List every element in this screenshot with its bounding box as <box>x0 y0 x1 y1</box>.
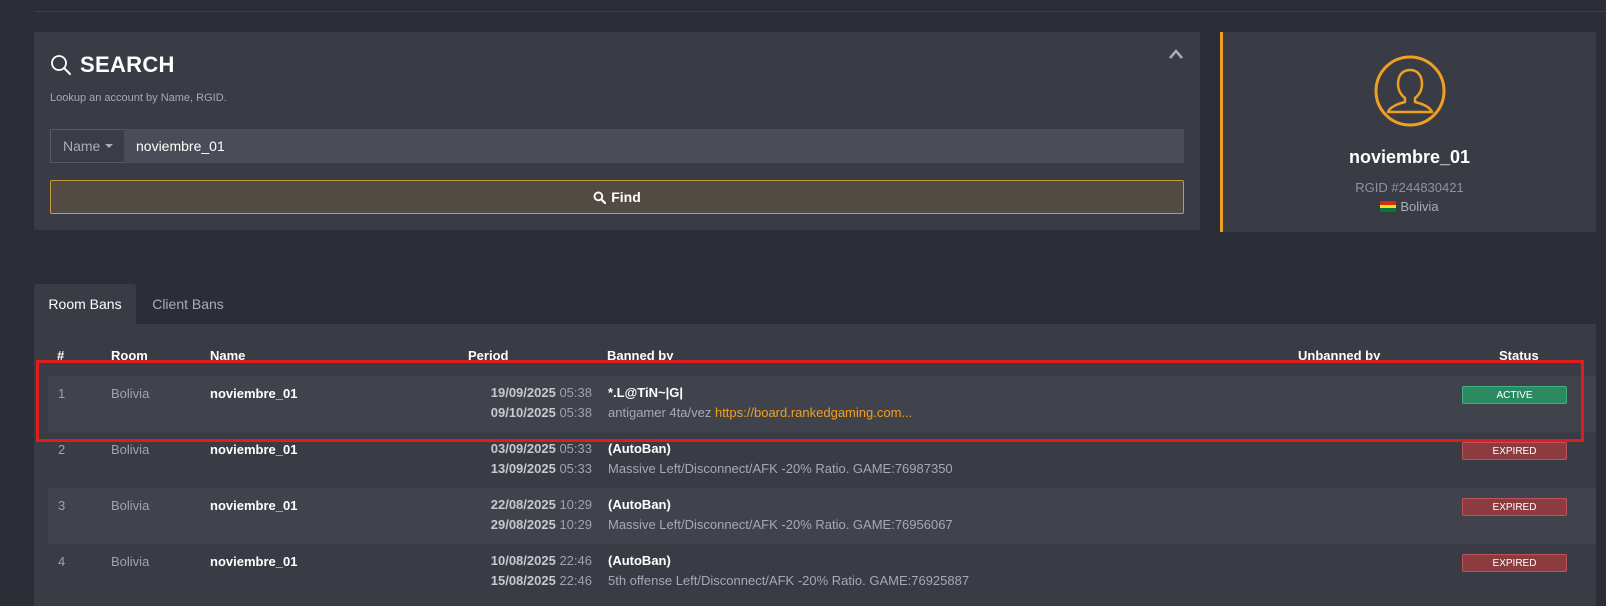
row-room: Bolivia <box>111 442 150 457</box>
table-row[interactable]: 4 Bolivia noviembre_01 10/08/2025 22:46 … <box>48 544 1596 600</box>
search-input-row: Name <box>50 129 1184 163</box>
search-subtitle: Lookup an account by Name, RGID. <box>50 92 227 104</box>
period-end-date: 09/10/2025 <box>490 405 556 420</box>
period-start-time: 05:33 <box>559 441 592 456</box>
period-end-time: 05:38 <box>559 405 592 420</box>
row-number: 3 <box>58 498 66 513</box>
row-number: 2 <box>58 442 66 457</box>
find-button-label: Find <box>611 189 641 205</box>
row-banned-by: (AutoBan) Massive Left/Disconnect/AFK -2… <box>608 495 953 535</box>
search-panel: SEARCH Lookup an account by Name, RGID. … <box>34 32 1200 230</box>
header-room: Room <box>111 348 148 363</box>
table-row[interactable]: 1 Bolivia noviembre_01 19/09/2025 05:38 … <box>48 376 1596 432</box>
status-badge: EXPIRED <box>1462 442 1567 460</box>
period-end-date: 29/08/2025 <box>490 517 556 532</box>
header-unbanned-by: Unbanned by <box>1298 348 1381 363</box>
banned-by-name[interactable]: *.L@TiN~|G| <box>608 383 912 403</box>
chevron-up-icon[interactable] <box>1168 48 1184 60</box>
search-type-dropdown[interactable]: Name <box>50 129 124 163</box>
table-row[interactable]: 3 Bolivia noviembre_01 22/08/2025 10:29 … <box>48 488 1596 544</box>
row-name[interactable]: noviembre_01 <box>210 554 297 569</box>
search-input[interactable] <box>124 129 1184 163</box>
user-avatar-icon <box>1374 55 1446 127</box>
period-end-time: 22:46 <box>559 573 592 588</box>
row-banned-by: *.L@TiN~|G| antigamer 4ta/vez https://bo… <box>608 383 912 423</box>
header-num: # <box>57 348 65 363</box>
ban-reason: antigamer 4ta/vez <box>608 405 712 420</box>
find-button[interactable]: Find <box>50 180 1184 214</box>
period-start-time: 05:38 <box>559 385 592 400</box>
bolivia-flag-icon <box>1380 201 1397 212</box>
period-start-date: 10/08/2025 <box>490 553 556 568</box>
row-period: 03/09/2025 05:33 13/09/2025 05:33 <box>432 439 592 479</box>
row-name[interactable]: noviembre_01 <box>210 442 297 457</box>
row-name[interactable]: noviembre_01 <box>210 386 297 401</box>
banned-by-name: (AutoBan) <box>608 441 671 456</box>
period-end-date: 15/08/2025 <box>490 573 556 588</box>
period-end-date: 13/09/2025 <box>490 461 556 476</box>
banned-by-name: (AutoBan) <box>608 553 671 568</box>
ban-reason: Massive Left/Disconnect/AFK -20% Ratio. … <box>608 517 953 532</box>
row-period: 22/08/2025 10:29 29/08/2025 10:29 <box>432 495 592 535</box>
search-heading: SEARCH <box>50 52 175 78</box>
row-room: Bolivia <box>111 554 150 569</box>
row-period: 10/08/2025 22:46 15/08/2025 22:46 <box>432 551 592 591</box>
row-room: Bolivia <box>111 386 150 401</box>
profile-name: noviembre_01 <box>1348 147 1471 167</box>
tab-room-bans[interactable]: Room Bans <box>34 284 136 324</box>
row-banned-by: (AutoBan) 5th offense Left/Disconnect/AF… <box>608 551 969 591</box>
banned-by-name: (AutoBan) <box>608 497 671 512</box>
row-banned-by: (AutoBan) Massive Left/Disconnect/AFK -2… <box>608 439 953 479</box>
row-room: Bolivia <box>111 498 150 513</box>
period-start-date: 22/08/2025 <box>490 497 556 512</box>
period-start-time: 22:46 <box>559 553 592 568</box>
period-start-date: 03/09/2025 <box>490 441 556 456</box>
status-badge: ACTIVE <box>1462 386 1567 404</box>
ban-reason-link[interactable]: https://board.rankedgaming.com... <box>715 405 912 420</box>
search-title: SEARCH <box>80 52 175 77</box>
period-end-time: 10:29 <box>559 517 592 532</box>
top-divider <box>34 11 1606 12</box>
table-row[interactable]: 2 Bolivia noviembre_01 03/09/2025 05:33 … <box>48 432 1596 488</box>
status-badge: EXPIRED <box>1462 554 1567 572</box>
profile-card: noviembre_01 RGID #244830421 Bolivia <box>1220 32 1596 232</box>
period-end-time: 05:33 <box>559 461 592 476</box>
row-number: 4 <box>58 554 66 569</box>
period-start-date: 19/09/2025 <box>490 385 556 400</box>
header-name: Name <box>210 348 246 363</box>
period-start-time: 10:29 <box>559 497 592 512</box>
row-period: 19/09/2025 05:38 09/10/2025 05:38 <box>432 383 592 423</box>
ban-reason: 5th offense Left/Disconnect/AFK -20% Rat… <box>608 573 970 588</box>
status-badge: EXPIRED <box>1462 498 1567 516</box>
profile-country-label: Bolivia <box>1400 199 1439 214</box>
header-banned-by: Banned by <box>607 348 674 363</box>
header-period: Period <box>468 348 509 363</box>
row-name[interactable]: noviembre_01 <box>210 498 297 513</box>
row-number: 1 <box>58 386 66 401</box>
header-status: Status <box>1499 348 1539 363</box>
profile-rgid: RGID #244830421 <box>1355 180 1464 195</box>
caret-down-icon <box>105 144 114 148</box>
search-icon <box>593 191 607 204</box>
search-icon <box>51 55 71 75</box>
tab-client-bans[interactable]: Client Bans <box>136 284 240 324</box>
search-type-label: Name <box>63 138 101 154</box>
profile-country: Bolivia <box>1223 199 1596 214</box>
ban-reason: Massive Left/Disconnect/AFK -20% Ratio. … <box>608 461 953 476</box>
